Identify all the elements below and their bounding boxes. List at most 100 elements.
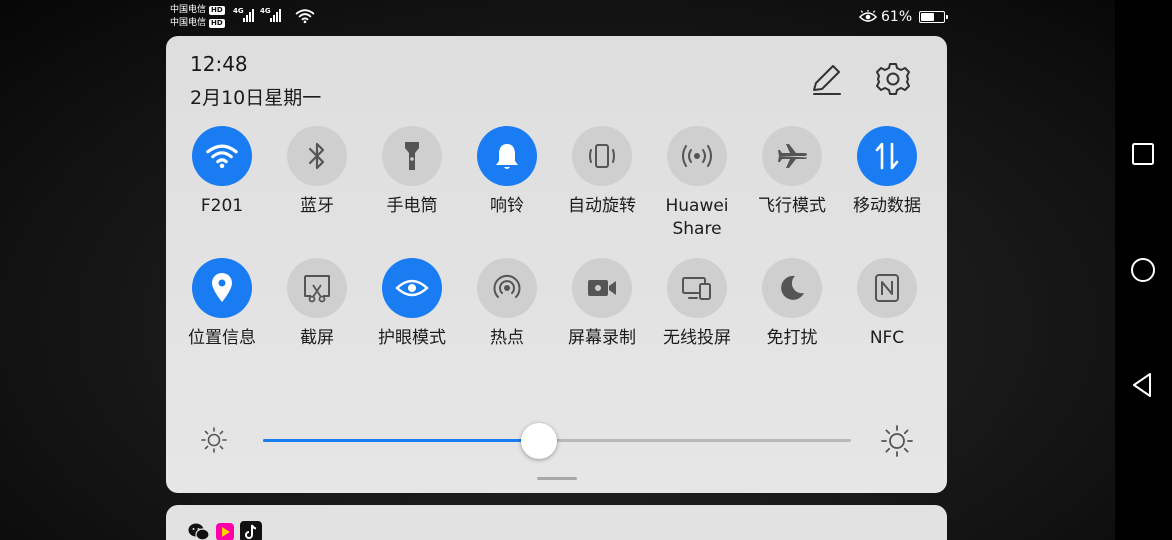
tile-auto-rotate-label: 自动旋转 [568, 196, 636, 216]
tile-wifi[interactable]: F201 [172, 126, 272, 218]
tile-location-button[interactable] [192, 258, 252, 318]
tile-flashlight[interactable]: 手电筒 [362, 126, 462, 218]
tile-huawei-share[interactable]: Huawei Share [647, 126, 747, 241]
battery-percent: 61% [881, 9, 913, 25]
wireless-projection-icon [682, 277, 711, 300]
tile-location[interactable]: 位置信息 [172, 258, 272, 350]
notification-card[interactable] [166, 505, 947, 540]
bluetooth-icon [308, 142, 325, 170]
tile-ring-label: 响铃 [490, 196, 524, 216]
signal-1-icon: 4G [233, 7, 254, 22]
tile-screen-record[interactable]: 屏幕录制 [552, 258, 652, 350]
tile-screenshot-label: 截屏 [300, 328, 334, 348]
tile-screenshot[interactable]: 截屏 [267, 258, 367, 350]
back-button[interactable] [1129, 371, 1157, 399]
tiktok-icon [240, 521, 262, 540]
tile-wifi-label: F201 [200, 196, 244, 216]
tile-nfc-label: NFC [869, 328, 905, 348]
carrier-2-label: 中国电信 [170, 18, 207, 28]
tile-huawei-share-label: Huawei Share [665, 196, 729, 239]
panel-drag-handle[interactable] [537, 477, 577, 480]
tile-eye-comfort[interactable]: 护眼模式 [362, 258, 462, 350]
edit-icon [813, 65, 841, 95]
brightness-fill [263, 439, 540, 442]
carrier-info: 中国电信 HD 中国电信 HD [170, 4, 225, 30]
status-bar: 中国电信 HD 中国电信 HD 4G 4G 61% [0, 0, 1115, 36]
network-2-label: 4G [260, 7, 271, 15]
tile-flashlight-label: 手电筒 [386, 196, 438, 216]
quick-settings-panel: 12:48 2月10日星期一 F201 蓝牙 手电筒 响铃 自动旋转 Huawe… [166, 36, 947, 493]
carrier-1-label: 中国电信 [170, 5, 207, 15]
brightness-track[interactable] [263, 423, 851, 459]
tile-mobile-data-label: 移动数据 [853, 196, 921, 216]
tile-hotspot-label: 热点 [490, 328, 524, 348]
tile-flashlight-button[interactable] [382, 126, 442, 186]
notification-app-icons [188, 521, 262, 540]
wifi-status-icon [295, 9, 315, 24]
tile-do-not-disturb-label: 免打扰 [766, 328, 818, 348]
tile-auto-rotate-button[interactable] [572, 126, 632, 186]
home-circle-icon [1131, 258, 1155, 282]
tile-auto-rotate[interactable]: 自动旋转 [552, 126, 652, 218]
clock-time: 12:48 [190, 52, 248, 76]
tile-screen-record-label: 屏幕录制 [568, 328, 636, 348]
tile-screen-record-button[interactable] [572, 258, 632, 318]
brightness-low-icon [201, 427, 227, 453]
home-button[interactable] [1129, 256, 1157, 284]
status-right: 61% [859, 9, 949, 25]
auto-rotate-icon [589, 144, 615, 168]
tile-screenshot-button[interactable] [287, 258, 347, 318]
tile-nfc[interactable]: NFC [837, 258, 937, 350]
hd-badge-1: HD [209, 6, 225, 15]
recents-button[interactable] [1129, 140, 1157, 168]
location-icon [212, 273, 232, 302]
screen-record-icon [588, 280, 616, 296]
tile-do-not-disturb-button[interactable] [762, 258, 822, 318]
tile-ring-button[interactable] [477, 126, 537, 186]
brightness-slider[interactable] [166, 421, 947, 461]
tile-bluetooth[interactable]: 蓝牙 [267, 126, 367, 218]
video-app-icon [214, 521, 236, 540]
tile-airplane-button[interactable] [762, 126, 822, 186]
tile-do-not-disturb[interactable]: 免打扰 [742, 258, 842, 350]
hd-badge-2: HD [209, 19, 225, 28]
settings-button[interactable] [872, 58, 914, 100]
navigation-bar [1115, 0, 1172, 540]
tile-eye-comfort-button[interactable] [382, 258, 442, 318]
tile-eye-comfort-label: 护眼模式 [378, 328, 446, 348]
flashlight-icon [405, 142, 419, 170]
wifi-icon [206, 144, 238, 169]
tile-airplane-label: 飞行模式 [758, 196, 826, 216]
tile-wireless-projection-label: 无线投屏 [663, 328, 731, 348]
tile-nfc-button[interactable] [857, 258, 917, 318]
tile-ring[interactable]: 响铃 [457, 126, 557, 218]
airplane-icon [778, 144, 807, 168]
eye-icon [395, 279, 429, 297]
tile-wifi-button[interactable] [192, 126, 252, 186]
edit-button[interactable] [806, 60, 846, 100]
tile-bluetooth-label: 蓝牙 [300, 196, 334, 216]
tile-hotspot-button[interactable] [477, 258, 537, 318]
huawei-share-icon [682, 145, 712, 167]
tile-bluetooth-button[interactable] [287, 126, 347, 186]
tile-hotspot[interactable]: 热点 [457, 258, 557, 350]
battery-fill [921, 13, 934, 21]
mobile-data-icon [875, 142, 899, 170]
moon-icon [781, 275, 804, 300]
signal-icon: 4G 4G [233, 7, 281, 22]
signal-2-icon: 4G [260, 7, 281, 22]
wechat-icon [188, 521, 210, 540]
bell-icon [496, 144, 518, 169]
tile-huawei-share-button[interactable] [667, 126, 727, 186]
battery-icon [919, 11, 949, 23]
gear-icon [876, 63, 910, 95]
nfc-icon [875, 274, 899, 302]
brightness-thumb[interactable] [521, 423, 558, 459]
screenshot-icon [304, 275, 330, 303]
tile-wireless-projection-button[interactable] [667, 258, 727, 318]
tile-wireless-projection[interactable]: 无线投屏 [647, 258, 747, 350]
network-1-label: 4G [233, 7, 244, 15]
tile-mobile-data[interactable]: 移动数据 [837, 126, 937, 218]
tile-mobile-data-button[interactable] [857, 126, 917, 186]
tile-airplane[interactable]: 飞行模式 [742, 126, 842, 218]
